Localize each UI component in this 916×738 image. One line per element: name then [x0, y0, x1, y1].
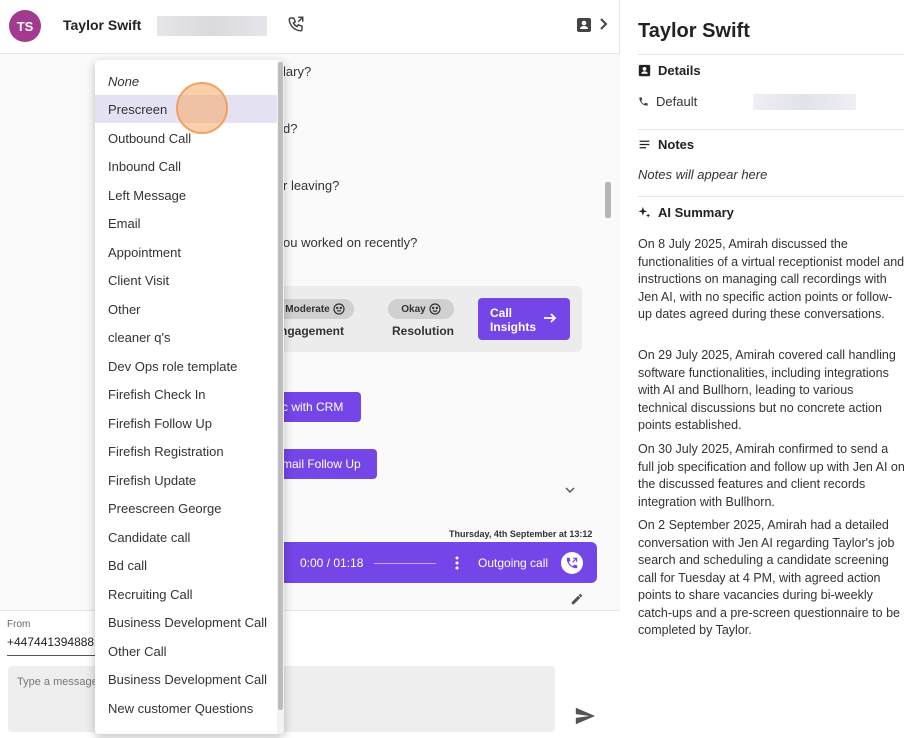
- ai-summary-paragraph: On 2 September 2025, Amirah had a detail…: [638, 518, 900, 637]
- call-timestamp: Thursday, 4th September at 13:12: [449, 529, 593, 539]
- ai-summary-heading-label: AI Summary: [658, 205, 734, 220]
- menu-item-preescreen-george[interactable]: Preescreen George: [95, 494, 277, 522]
- engagement-badge: Moderate: [276, 299, 354, 319]
- redacted-phone-number: [157, 16, 267, 36]
- menu-item-new-customer-questions[interactable]: New customer Questions: [95, 694, 277, 722]
- menu-item-recruiting-call[interactable]: Recruiting Call: [95, 580, 277, 608]
- resolution-badge: Okay: [388, 299, 454, 319]
- menu-item-firefish-check-in[interactable]: Firefish Check In: [95, 380, 277, 408]
- call-recording-player[interactable]: 0:00 / 01:18 Outgoing call: [270, 542, 597, 583]
- question-text: ou worked on recently?: [283, 235, 418, 250]
- divider: [638, 54, 904, 55]
- conversation-pane: TS Taylor Swift lary? d? r leaving? ou w…: [0, 0, 620, 738]
- ai-summary-heading: AI Summary: [638, 205, 734, 220]
- notes-heading: Notes: [638, 137, 694, 152]
- template-dropdown-menu[interactable]: None Prescreen Outbound Call Inbound Cal…: [95, 60, 284, 734]
- menu-item-firefish-follow-up[interactable]: Firefish Follow Up: [95, 409, 277, 437]
- ai-summary-paragraph: On 8 July 2025, Amirah discussed the fun…: [638, 237, 905, 321]
- more-vertical-icon[interactable]: [455, 555, 459, 571]
- email-follow-up-button[interactable]: mail Follow Up: [270, 449, 377, 479]
- details-heading: Details: [638, 63, 701, 78]
- menu-item-bd-call[interactable]: Bd call: [95, 551, 277, 579]
- audio-time: 0:00 / 01:18: [300, 556, 364, 570]
- contact-card-icon: [638, 64, 651, 77]
- call-insights-label: Call Insights: [490, 306, 537, 334]
- default-phone-row: Default: [638, 94, 697, 109]
- call-insights-button[interactable]: Call Insights: [478, 298, 570, 340]
- details-heading-label: Details: [658, 63, 701, 78]
- chevron-down-icon[interactable]: [564, 485, 576, 495]
- from-underline: [7, 655, 97, 656]
- engagement-label: ngagement: [280, 324, 345, 338]
- message-composer: From +447441394888 Type a message: [0, 610, 620, 738]
- call-insights-card: Moderate ngagement Okay Resolution Call …: [270, 286, 582, 352]
- contact-name[interactable]: Taylor Swift: [63, 17, 141, 33]
- thread-scrollbar[interactable]: [605, 182, 611, 218]
- sparkle-icon: [638, 206, 651, 218]
- from-number-select[interactable]: +447441394888: [7, 635, 94, 649]
- app: TS Taylor Swift lary? d? r leaving? ou w…: [0, 0, 916, 738]
- message-placeholder: Type a message: [17, 676, 98, 688]
- resolution-label: Resolution: [392, 324, 454, 338]
- menu-item-email[interactable]: Email: [95, 209, 277, 237]
- redacted-phone-number: [753, 94, 856, 110]
- arrow-right-icon: [544, 313, 557, 323]
- menu-item-appointment[interactable]: Appointment: [95, 238, 277, 266]
- menu-item-inbound-call[interactable]: Inbound Call: [95, 152, 277, 180]
- notes-placeholder: Notes will appear here: [638, 167, 768, 182]
- question-text: d?: [283, 121, 298, 136]
- menu-item-dev-ops-role-template[interactable]: Dev Ops role template: [95, 352, 277, 380]
- phone-forward-icon[interactable]: [287, 15, 305, 33]
- engagement-level: Moderate: [285, 303, 330, 315]
- chevron-right-icon[interactable]: [597, 16, 609, 32]
- default-phone-label: Default: [656, 94, 698, 109]
- phone-icon: [639, 97, 648, 106]
- menu-item-cleaner-qs[interactable]: cleaner q's: [95, 323, 277, 351]
- menu-item-firefish-update[interactable]: Firefish Update: [95, 466, 277, 494]
- menu-item-left-message[interactable]: Left Message: [95, 181, 277, 209]
- dropdown-scrollbar-thumb[interactable]: [278, 62, 283, 710]
- menu-item-business-development-call[interactable]: Business Development Call: [95, 665, 277, 693]
- divider: [638, 196, 904, 197]
- smile-face-icon: [429, 303, 441, 315]
- notes-heading-label: Notes: [658, 137, 695, 152]
- ai-summary-paragraph: On 29 July 2025, Amirah covered call han…: [638, 348, 896, 432]
- message-thread: lary? d? r leaving? ou worked on recentl…: [0, 54, 620, 610]
- question-text: r leaving?: [283, 178, 340, 193]
- menu-item-firefish-registration[interactable]: Firefish Registration: [95, 437, 277, 465]
- menu-item-business-development-call[interactable]: Business Development Call: [95, 608, 277, 636]
- from-label: From: [7, 619, 31, 630]
- panel-title: Taylor Swift: [638, 20, 750, 42]
- neutral-face-icon: [333, 303, 345, 315]
- contact-details-panel: Taylor Swift Details Default Notes Notes…: [620, 0, 916, 738]
- menu-item-other-call[interactable]: Other Call: [95, 637, 277, 665]
- call-direction-label: Outgoing call: [478, 556, 549, 570]
- send-icon[interactable]: [574, 705, 596, 727]
- notes-icon: [639, 140, 650, 149]
- contact-card-icon[interactable]: [576, 17, 592, 33]
- conversation-header: TS Taylor Swift: [0, 0, 620, 54]
- menu-item-candidate-call[interactable]: Candidate call: [95, 523, 277, 551]
- resolution-level: Okay: [401, 303, 426, 315]
- ai-summary-paragraph: On 30 July 2025, Amirah confirmed to sen…: [638, 442, 905, 509]
- divider: [638, 129, 904, 130]
- click-indicator: [176, 82, 228, 134]
- menu-item-other[interactable]: Other: [95, 295, 277, 323]
- edit-icon[interactable]: [570, 592, 584, 606]
- dropdown-scrollbar-track[interactable]: [277, 60, 284, 734]
- outgoing-call-icon: [561, 552, 583, 574]
- question-text: lary?: [283, 64, 312, 79]
- menu-item-client-visit[interactable]: Client Visit: [95, 266, 277, 294]
- avatar[interactable]: TS: [9, 10, 41, 42]
- audio-progress-track[interactable]: [374, 563, 436, 564]
